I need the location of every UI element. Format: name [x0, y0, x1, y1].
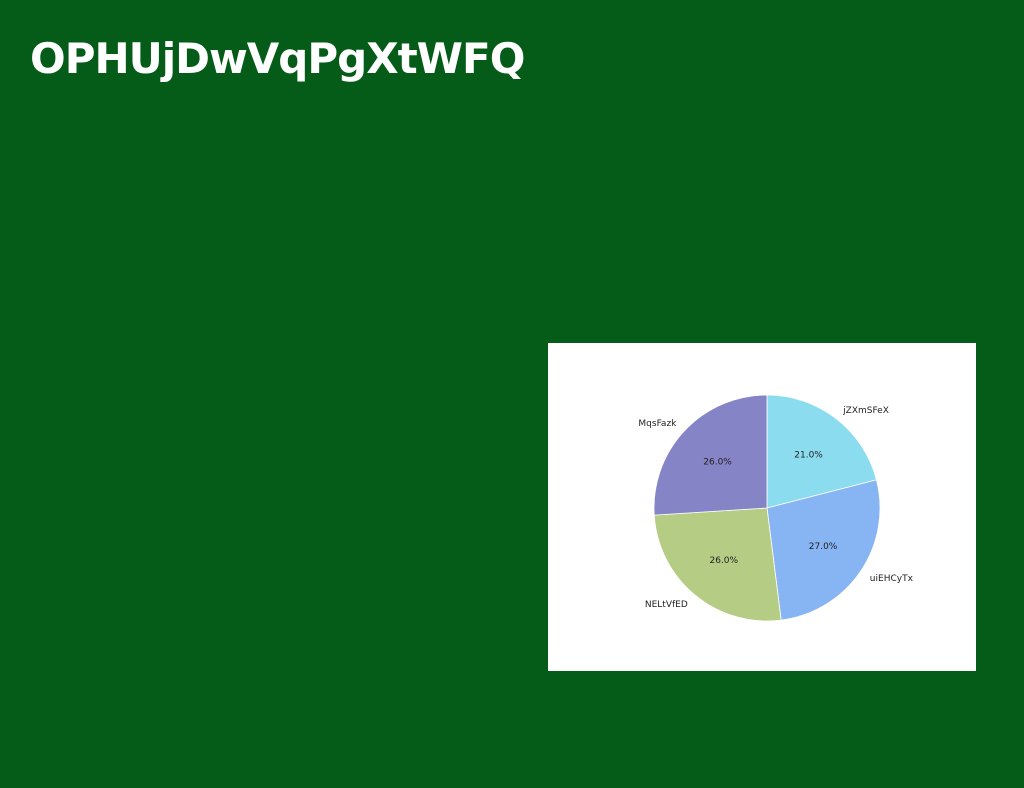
page-title: OPHUjDwVqPgXtWFQ — [30, 34, 525, 83]
pie-chart-svg: jZXmSFeX 21.0% uiEHCyTx 27.0% NELtVfED 26.0% M… — [638, 394, 914, 622]
pie-chart: jZXmSFeX 21.0% uiEHCyTx 27.0% NELtVfED 26.0% M… — [548, 343, 976, 671]
slice-percent-label: 27.0% — [809, 542, 838, 552]
slice-label: jZXmSFeX — [842, 406, 889, 416]
slice-percent-label: 21.0% — [794, 450, 823, 460]
slice-label: MqsFazk — [638, 419, 677, 429]
slice-percent-label: 26.0% — [703, 458, 732, 468]
slice-percent-label: 26.0% — [709, 556, 738, 566]
slice-label: NELtVfED — [645, 600, 688, 610]
slice-label: uiEHCyTx — [870, 574, 914, 584]
pie-slice-MqsFazk — [653, 394, 768, 516]
